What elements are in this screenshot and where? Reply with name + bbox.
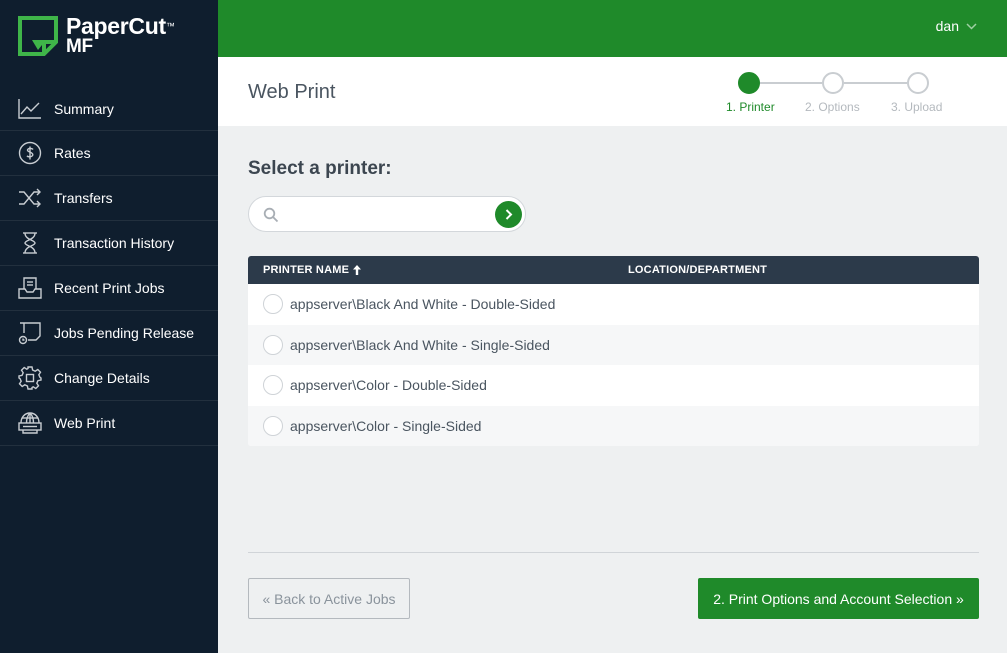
column-header-location[interactable]: LOCATION/DEPARTMENT [613,264,767,276]
table-header: PRINTER NAME LOCATION/DEPARTMENT [248,256,979,284]
search-submit-button[interactable] [495,201,522,228]
title-bar: Web Print 1. Printer 2. Options 3. Uploa… [218,57,1007,126]
wizard-stepper: 1. Printer 2. Options 3. Upload [726,71,978,121]
logo-edition: MF [66,36,93,57]
search-icon [263,207,279,223]
tray-icon [18,277,42,299]
step-2-indicator [822,72,844,94]
printer-radio[interactable] [263,375,283,396]
sidebar-item-label: Web Print [54,415,116,431]
sidebar-item-label: Summary [54,101,114,117]
step-3-label: 3. Upload [891,100,943,114]
globe-printer-icon [18,412,42,434]
printer-radio[interactable] [263,415,283,436]
printer-pending-icon [18,322,41,345]
step-connector [844,82,907,84]
sort-ascending-icon [353,265,362,275]
printer-radio[interactable] [263,334,283,355]
sidebar-item-recent-print-jobs[interactable]: Recent Print Jobs [0,266,218,311]
footer-divider [248,552,979,553]
printer-name: appserver\Black And White - Double-Sided [290,296,556,313]
papercut-logo-icon [18,16,58,56]
column-header-label: LOCATION/DEPARTMENT [628,264,768,276]
sidebar-item-label: Transfers [54,190,113,206]
top-bar: dan [218,0,1007,57]
hourglass-icon [23,232,37,254]
user-name: dan [935,18,959,34]
printer-name: appserver\Black And White - Single-Sided [290,336,550,353]
printer-radio[interactable] [263,294,283,315]
sidebar-item-transfers[interactable]: Transfers [0,176,218,221]
sidebar-item-change-details[interactable]: Change Details [0,356,218,401]
logo-text: PaperCut™ MF [66,14,175,56]
chevron-down-icon [966,22,977,30]
sidebar-item-web-print[interactable]: Web Print [0,401,218,446]
dollar-circle-icon [18,141,42,165]
step-connector [760,82,822,84]
papercut-logo[interactable]: PaperCut™ MF [0,0,218,88]
sidebar: PaperCut™ MF Summary Rates Transfers Tra… [0,0,218,653]
page-title: Web Print [248,81,336,103]
search-input[interactable] [287,204,487,226]
sidebar-item-label: Change Details [54,370,150,386]
column-header-printer-name[interactable]: PRINTER NAME [248,264,613,276]
sidebar-nav: Summary Rates Transfers Transaction Hist… [0,88,218,446]
table-row[interactable]: appserver\Color - Double-Sided [248,365,979,406]
table-row[interactable]: appserver\Color - Single-Sided [248,405,979,446]
chevron-right-icon [505,209,512,220]
logo-trademark: ™ [165,21,175,31]
printer-search [248,196,526,232]
sidebar-item-summary[interactable]: Summary [0,88,218,131]
sidebar-item-rates[interactable]: Rates [0,131,218,176]
sidebar-item-transaction-history[interactable]: Transaction History [0,221,218,266]
step-3-indicator [907,72,929,94]
sidebar-item-label: Rates [54,145,91,161]
printer-name: appserver\Color - Double-Sided [290,377,487,394]
sidebar-item-label: Jobs Pending Release [54,325,195,341]
step-1-indicator [738,72,760,94]
select-printer-heading: Select a printer: [248,158,392,179]
step-1-label: 1. Printer [726,100,775,114]
table-row[interactable]: appserver\Black And White - Double-Sided [248,284,979,325]
sidebar-item-jobs-pending-release[interactable]: Jobs Pending Release [0,311,218,356]
gear-icon [18,366,42,390]
back-to-active-jobs-button[interactable]: « Back to Active Jobs [248,578,410,619]
printer-name: appserver\Color - Single-Sided [290,417,482,434]
chart-line-icon [18,99,41,119]
step-2-label: 2. Options [805,100,860,114]
shuffle-icon [19,188,41,208]
sidebar-item-label: Recent Print Jobs [54,280,165,296]
table-row[interactable]: appserver\Black And White - Single-Sided [248,324,979,365]
printer-table: PRINTER NAME LOCATION/DEPARTMENT appserv… [248,256,979,446]
column-header-label: PRINTER NAME [263,264,350,276]
sidebar-item-label: Transaction History [54,235,175,251]
print-options-next-button[interactable]: 2. Print Options and Account Selection » [698,578,979,619]
user-menu[interactable]: dan [936,18,977,34]
